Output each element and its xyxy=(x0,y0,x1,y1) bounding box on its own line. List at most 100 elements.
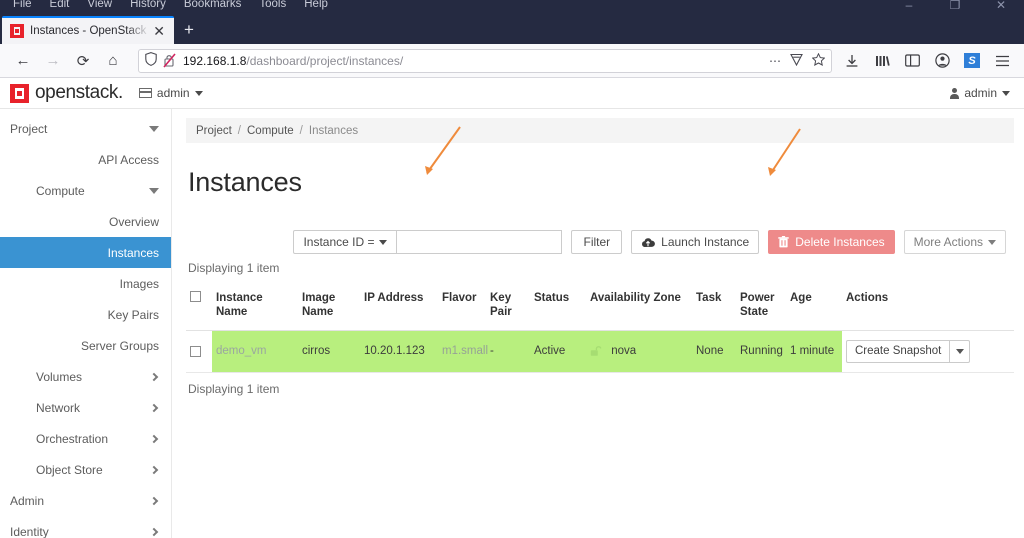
sidebar-item-orchestration[interactable]: Orchestration xyxy=(0,423,171,454)
sidebar-item-key-pairs[interactable]: Key Pairs xyxy=(0,299,171,330)
sidebar-item-instances[interactable]: Instances xyxy=(0,237,171,268)
chevron-down-icon xyxy=(149,125,159,132)
url-host: 192.168.1.8 xyxy=(183,53,247,68)
column-header-status[interactable]: Status xyxy=(530,285,586,331)
page-shell: Project API Access Compute Overview Instance… xyxy=(0,109,1024,538)
sidebar-item-label: Orchestration xyxy=(36,431,109,446)
sidebar-item-compute[interactable]: Compute xyxy=(0,175,171,206)
sidebar-item-server-groups[interactable]: Server Groups xyxy=(0,330,171,361)
library-icon[interactable] xyxy=(868,46,896,76)
column-header-availability-zone[interactable]: Availability Zone xyxy=(586,285,692,331)
row-actions-dropdown-button[interactable] xyxy=(950,339,971,363)
menu-item-edit[interactable]: Edit xyxy=(41,0,79,11)
reload-icon[interactable]: ⟳ xyxy=(68,46,98,76)
column-header-age[interactable]: Age xyxy=(786,285,842,331)
shield-icon[interactable] xyxy=(145,52,157,69)
back-icon[interactable]: ← xyxy=(8,46,38,76)
bookmark-star-icon[interactable] xyxy=(811,52,826,69)
reader-icon[interactable] xyxy=(790,53,803,69)
row-checkbox[interactable] xyxy=(190,345,201,357)
menu-item-bookmarks[interactable]: Bookmarks xyxy=(175,0,251,11)
downloads-icon[interactable] xyxy=(838,46,866,76)
select-all-header xyxy=(186,285,212,331)
instances-table: Instance Name Image Name IP Address Flav… xyxy=(186,285,1014,373)
chevron-right-icon xyxy=(149,403,159,412)
maximize-icon[interactable]: ❐ xyxy=(932,0,978,14)
breadcrumb-item-instances: Instances xyxy=(308,124,359,137)
sidebar-item-volumes[interactable]: Volumes xyxy=(0,361,171,392)
tab-close-icon[interactable]: ✕ xyxy=(150,24,168,38)
column-header-flavor[interactable]: Flavor xyxy=(438,285,486,331)
broken-lock-icon[interactable] xyxy=(163,53,176,68)
sidebar-item-identity[interactable]: Identity xyxy=(0,516,171,538)
column-header-instance-name[interactable]: Instance Name xyxy=(212,285,298,331)
cell-status: Active xyxy=(530,330,586,373)
close-icon[interactable]: ✕ xyxy=(978,0,1024,14)
project-selector-label: admin xyxy=(156,86,190,100)
minimize-icon[interactable]: – xyxy=(886,0,932,14)
window-controls: – ❐ ✕ xyxy=(886,0,1024,14)
breadcrumb-separator: / xyxy=(237,124,241,137)
launch-instance-button[interactable]: Launch Instance xyxy=(631,230,760,254)
new-tab-button[interactable]: + xyxy=(174,16,204,44)
breadcrumb-item-compute[interactable]: Compute xyxy=(247,125,294,137)
forward-icon[interactable]: → xyxy=(38,46,68,76)
sidebar-item-project[interactable]: Project xyxy=(0,113,171,144)
column-header-actions: Actions xyxy=(842,285,1014,331)
url-path: /dashboard/project/instances/ xyxy=(246,53,404,68)
create-snapshot-button[interactable]: Create Snapshot xyxy=(846,339,951,363)
user-menu-label: admin xyxy=(964,86,997,100)
filter-type-dropdown[interactable]: Instance ID = xyxy=(293,230,398,254)
select-all-checkbox[interactable] xyxy=(190,291,201,302)
sidebar-item-network[interactable]: Network xyxy=(0,392,171,423)
column-header-power-state[interactable]: Power State xyxy=(736,285,786,331)
table-row[interactable]: demo_vm cirros 10.20.1.123 m1.small - Ac… xyxy=(186,330,1014,373)
column-header-ip-address[interactable]: IP Address xyxy=(360,285,438,331)
chevron-right-icon xyxy=(149,465,159,474)
sidebar-item-object-store[interactable]: Object Store xyxy=(0,454,171,485)
instance-name-link[interactable]: demo_vm xyxy=(216,345,267,357)
flavor-link[interactable]: m1.small xyxy=(442,345,488,357)
sidebar-item-images[interactable]: Images xyxy=(0,268,171,299)
search-input[interactable] xyxy=(397,230,563,254)
address-bar[interactable]: 192.168.1.8/dashboard/project/instances/… xyxy=(138,48,832,73)
page-actions-icon[interactable]: ⋯ xyxy=(769,54,781,68)
sidebar-item-admin[interactable]: Admin xyxy=(0,485,171,516)
extension-icon[interactable]: S xyxy=(958,46,986,76)
column-header-image-name[interactable]: Image Name xyxy=(298,285,360,331)
user-icon xyxy=(950,87,960,99)
more-actions-button[interactable]: More Actions xyxy=(903,230,1006,254)
filter-button[interactable]: Filter xyxy=(571,230,623,254)
launch-instance-label: Launch Instance xyxy=(661,235,750,249)
breadcrumb-item-project[interactable]: Project xyxy=(196,125,232,137)
app-menu-icon[interactable] xyxy=(988,46,1016,76)
menu-item-help[interactable]: Help xyxy=(295,0,337,11)
openstack-logo[interactable]: openstack. xyxy=(10,82,123,104)
column-header-task[interactable]: Task xyxy=(692,285,736,331)
browser-tab-instances[interactable]: Instances - OpenStack Dashboard ✕ xyxy=(2,16,174,44)
menu-item-history[interactable]: History xyxy=(121,0,175,11)
openstack-logo-icon xyxy=(10,83,29,103)
sidebar-item-label: Images xyxy=(119,276,159,291)
more-actions-label: More Actions xyxy=(913,235,983,249)
menu-item-tools[interactable]: Tools xyxy=(250,0,295,11)
openstack-header: openstack. admin admin xyxy=(0,78,1024,109)
account-icon[interactable] xyxy=(928,46,956,76)
item-count-bottom: Displaying 1 item xyxy=(188,381,280,396)
home-icon[interactable]: ⌂ xyxy=(98,46,128,76)
sidebar-item-overview[interactable]: Overview xyxy=(0,206,171,237)
menu-item-view[interactable]: View xyxy=(78,0,121,11)
sidebar-item-label: Project xyxy=(10,121,48,136)
chevron-right-icon xyxy=(149,496,159,505)
sidebar-icon[interactable] xyxy=(898,46,926,76)
brand-name: openstack. xyxy=(35,82,123,103)
address-bar-icons: ⋯ xyxy=(769,52,826,69)
column-header-key-pair[interactable]: Key Pair xyxy=(486,285,530,331)
user-menu[interactable]: admin xyxy=(950,86,1010,100)
menu-item-file[interactable]: File xyxy=(4,0,41,11)
delete-instances-button[interactable]: Delete Instances xyxy=(768,230,895,254)
sidebar-item-api-access[interactable]: API Access xyxy=(0,144,171,175)
table-toolbar: Instance ID = Filter Launch Instance Del… xyxy=(186,230,1014,254)
chevron-down-icon xyxy=(988,239,996,245)
project-selector[interactable]: admin xyxy=(138,86,203,100)
